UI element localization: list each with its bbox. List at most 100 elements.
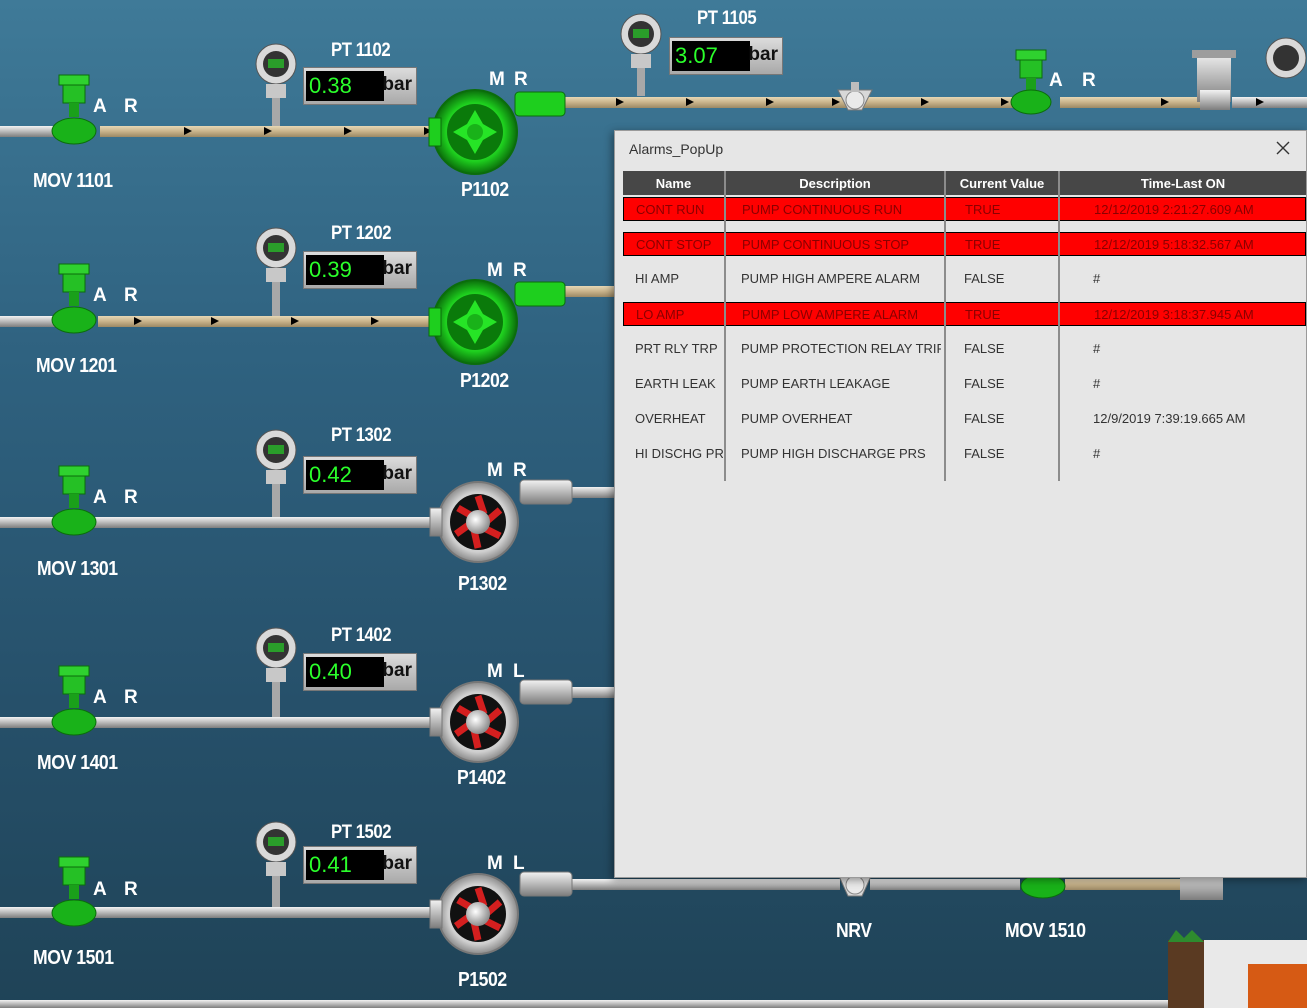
mode-l-p1502: L — [513, 853, 525, 874]
mode-a-1501: A — [93, 879, 107, 900]
column-divider — [944, 171, 946, 481]
col-header-description[interactable]: Description — [726, 171, 944, 195]
pt1402-tag: PT 1402 — [331, 625, 392, 646]
col-header-time-last-on[interactable]: Time-Last ON — [1060, 171, 1306, 195]
pt1302-value: 0.42 — [306, 460, 384, 490]
alarm-value-cell: FALSE — [964, 271, 1005, 286]
mov1101-label[interactable]: MOV 1101 — [33, 170, 113, 193]
alarms-popup[interactable]: Alarms_PopUp Name Description Current Va… — [614, 130, 1307, 878]
mode-r-1401: R — [124, 687, 138, 708]
mov1201-label[interactable]: MOV 1201 — [36, 355, 117, 378]
pt1105-tag: PT 1105 — [697, 8, 757, 29]
alarm-description-cell: PUMP LOW AMPERE ALARM — [742, 307, 919, 322]
column-divider — [724, 171, 726, 481]
pt1202-display[interactable]: 0.39 bar — [303, 251, 417, 289]
pt1302-unit: bar — [382, 463, 412, 484]
mode-m-p1202: M — [487, 260, 503, 281]
alarm-value-cell: TRUE — [965, 237, 1001, 252]
alarm-name-cell: HI DISCHG PR — [635, 446, 723, 461]
mode-r-1201: R — [124, 285, 138, 306]
mode-a-row1-valve: A — [1049, 70, 1063, 91]
pt1302-display[interactable]: 0.42 bar — [303, 456, 417, 494]
tank-graphic — [1168, 930, 1307, 1008]
pump-p1402 — [429, 679, 573, 763]
mov1401-label[interactable]: MOV 1401 — [37, 752, 118, 775]
popup-title: Alarms_PopUp — [629, 141, 724, 157]
pump-p1202 — [428, 279, 566, 365]
pt1105-value: 3.07 — [672, 41, 750, 71]
pt1202-value: 0.39 — [306, 255, 384, 285]
mov1501-label[interactable]: MOV 1501 — [33, 947, 114, 970]
pt1402-unit: bar — [382, 660, 412, 681]
alarm-description-cell: PUMP PROTECTION RELAY TRIP — [741, 341, 941, 356]
mode-r-1301: R — [124, 487, 138, 508]
alarm-time-cell: 12/12/2019 2:21:27.609 AM — [1094, 202, 1254, 217]
alarm-description-cell: PUMP HIGH AMPERE ALARM — [741, 271, 920, 286]
pt1502-unit: bar — [382, 853, 412, 874]
alarm-value-cell: TRUE — [965, 202, 1001, 217]
alarm-time-cell: 12/12/2019 5:18:32.567 AM — [1094, 237, 1254, 252]
mode-m-p1402: M — [487, 661, 503, 682]
alarm-description-cell: PUMP HIGH DISCHARGE PRS — [741, 446, 926, 461]
alarm-value-cell: TRUE — [965, 307, 1001, 322]
pt1502-value: 0.41 — [306, 850, 384, 880]
p1502-label[interactable]: P1502 — [458, 969, 507, 992]
pt1402-display[interactable]: 0.40 bar — [303, 653, 417, 691]
pt1102-value: 0.38 — [306, 71, 384, 101]
mode-a-1301: A — [93, 487, 107, 508]
alarm-description-cell: PUMP CONTINUOUS RUN — [742, 202, 903, 217]
alarm-value-cell: FALSE — [964, 446, 1005, 461]
mode-a-1101: A — [93, 96, 107, 117]
p1202-label[interactable]: P1202 — [460, 370, 509, 393]
alarm-name-cell: PRT RLY TRP — [635, 341, 718, 356]
pt1102-unit: bar — [382, 74, 412, 95]
mode-r-1501: R — [124, 879, 138, 900]
alarm-name-cell: CONT RUN — [636, 202, 705, 217]
col-header-name[interactable]: Name — [623, 171, 724, 195]
alarm-name-cell: EARTH LEAK — [635, 376, 716, 391]
pump-p1302 — [429, 479, 573, 563]
alarm-time-cell: 12/12/2019 3:18:37.945 AM — [1094, 307, 1254, 322]
alarm-time-cell: # — [1093, 341, 1101, 356]
pt1105-unit: bar — [748, 44, 778, 65]
mode-r-p1302: R — [513, 460, 527, 481]
alarm-time-cell: # — [1093, 376, 1101, 391]
col-header-current-value[interactable]: Current Value — [946, 171, 1058, 195]
mode-a-1201: A — [93, 285, 107, 306]
alarm-description-cell: PUMP OVERHEAT — [741, 411, 853, 426]
alarm-value-cell: FALSE — [964, 376, 1005, 391]
alarm-value-cell: FALSE — [964, 341, 1005, 356]
p1302-label[interactable]: P1302 — [458, 573, 507, 596]
close-button[interactable] — [1272, 137, 1294, 159]
alarm-description-cell: PUMP EARTH LEAKAGE — [741, 376, 891, 391]
column-divider — [1058, 171, 1060, 481]
mode-l-p1402: L — [513, 661, 525, 682]
mode-m-p1302: M — [487, 460, 503, 481]
p1402-label[interactable]: P1402 — [457, 767, 506, 790]
alarm-time-cell: # — [1093, 446, 1101, 461]
alarm-name-cell: LO AMP — [636, 307, 685, 322]
mode-r-row1-valve: R — [1082, 70, 1096, 91]
alarm-time-cell: # — [1093, 271, 1101, 286]
pt1502-tag: PT 1502 — [331, 822, 392, 843]
mode-r-p1102: R — [514, 69, 528, 90]
mode-m-p1502: M — [487, 853, 503, 874]
pt1502-display[interactable]: 0.41 bar — [303, 846, 417, 884]
close-icon — [1276, 141, 1290, 155]
alarm-name-cell: OVERHEAT — [635, 411, 706, 426]
pt1302-tag: PT 1302 — [331, 425, 392, 446]
pt1105-display[interactable]: 3.07 bar — [669, 37, 783, 75]
p1102-label[interactable]: P1102 — [461, 179, 509, 202]
alarm-value-cell: FALSE — [964, 411, 1005, 426]
nrv-label: NRV — [836, 920, 872, 942]
pt1202-tag: PT 1202 — [331, 223, 392, 244]
mode-a-1401: A — [93, 687, 107, 708]
valve-row1-right — [1010, 49, 1052, 115]
alarm-name-cell: CONT STOP — [636, 237, 712, 252]
mov1510-label[interactable]: MOV 1510 — [1005, 920, 1086, 943]
alarm-name-cell: HI AMP — [635, 271, 680, 286]
pt1102-display[interactable]: 0.38 bar — [303, 67, 417, 105]
alarm-description-cell: PUMP CONTINUOUS STOP — [742, 237, 910, 252]
mov1301-label[interactable]: MOV 1301 — [37, 558, 118, 581]
pump-p1102 — [428, 89, 566, 175]
